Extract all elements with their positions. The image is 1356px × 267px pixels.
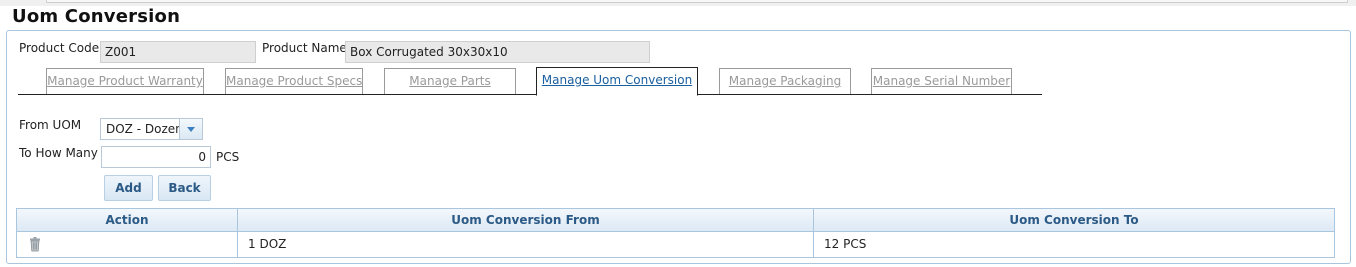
from-cell: 1 DOZ [238, 232, 814, 257]
from-uom-value: DOZ - Dozen [106, 122, 183, 136]
action-cell [17, 232, 238, 257]
chevron-down-icon[interactable] [179, 119, 202, 139]
tab-manage-parts[interactable]: Manage Parts [384, 68, 516, 94]
top-strip [0, 0, 1356, 6]
to-unit-label: PCS [216, 150, 240, 164]
tab-manage-product-specs[interactable]: Manage Product Specs [225, 68, 363, 94]
top-strip-inner [46, 0, 1348, 3]
product-code-label: Product Code [19, 41, 100, 55]
tabs-baseline [18, 94, 1042, 95]
to-cell: 12 PCS [824, 237, 867, 251]
product-code-field[interactable]: Z001 [100, 41, 256, 63]
to-how-many-label: To How Many [19, 146, 98, 160]
from-uom-select[interactable]: DOZ - Dozen [100, 118, 203, 140]
table-row: 1 DOZ 12 PCS [17, 232, 1334, 257]
to-how-many-input[interactable]: 0 [101, 146, 211, 168]
column-header-to: Uom Conversion To [1009, 213, 1139, 227]
column-header-action: Action [17, 209, 238, 231]
conversion-table: Action Uom Conversion From Uom Conversio… [16, 208, 1335, 258]
tab-manage-uom-conversion[interactable]: Manage Uom Conversion [536, 67, 698, 96]
tab-manage-packaging[interactable]: Manage Packaging [719, 68, 851, 94]
from-uom-label: From UOM [19, 118, 82, 132]
add-button[interactable]: Add [104, 175, 153, 201]
trash-icon[interactable] [29, 237, 41, 252]
product-name-label: Product Name [262, 41, 347, 55]
back-button[interactable]: Back [158, 175, 211, 201]
page-title: Uom Conversion [12, 6, 181, 27]
column-header-from: Uom Conversion From [238, 209, 814, 231]
tab-manage-product-warranty[interactable]: Manage Product Warranty [46, 68, 204, 94]
tab-manage-serial-number[interactable]: Manage Serial Number [871, 68, 1012, 94]
table-header: Action Uom Conversion From Uom Conversio… [17, 209, 1334, 232]
product-name-field[interactable]: Box Corrugated 30x30x10 [345, 41, 650, 63]
